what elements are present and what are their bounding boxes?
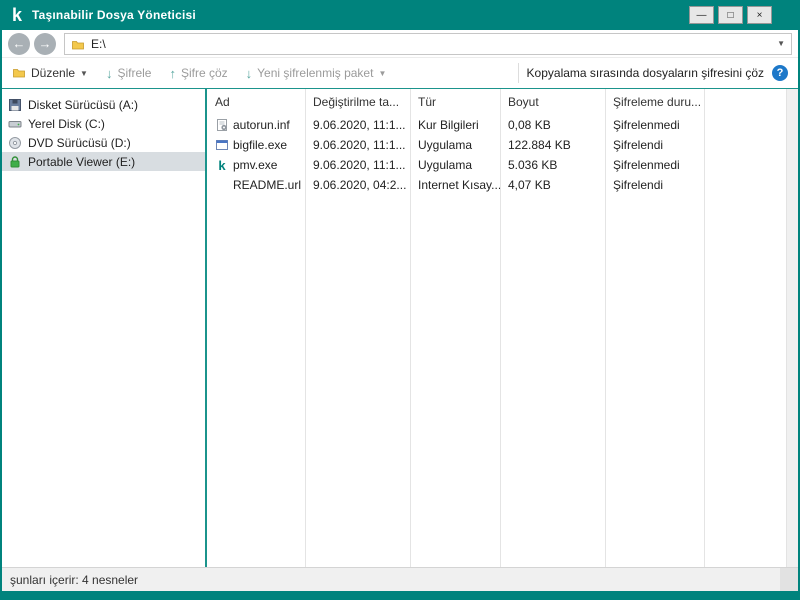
encrypt-label: Şifrele bbox=[117, 66, 152, 80]
sidebar-item-label: DVD Sürücüsü (D:) bbox=[28, 135, 131, 150]
column-header-size[interactable]: Boyut bbox=[500, 95, 605, 109]
decrypt-label: Şifre çöz bbox=[180, 66, 228, 80]
new-encrypted-package-button[interactable]: ↓ Yeni şifrelenmiş paket ▼ bbox=[246, 66, 387, 80]
file-size: 5.036 KB bbox=[508, 158, 558, 172]
file-row-readme[interactable]: README.url 9.06.2020, 04:2... Internet K… bbox=[207, 175, 786, 195]
floppy-drive-icon bbox=[8, 98, 22, 112]
decrypt-on-copy-label: Kopyalama sırasında dosyaların şifresini… bbox=[526, 66, 764, 80]
sidebar-item-dvd-d[interactable]: DVD Sürücüsü (D:) bbox=[2, 133, 205, 152]
sidebar-item-local-c[interactable]: Yerel Disk (C:) bbox=[2, 114, 205, 133]
inf-file-icon bbox=[215, 118, 229, 132]
hard-disk-icon bbox=[8, 117, 22, 131]
file-encryption-status: Şifrelendi bbox=[613, 178, 664, 192]
resize-grip[interactable] bbox=[780, 568, 798, 591]
file-modified: 9.06.2020, 11:1... bbox=[313, 118, 406, 132]
file-type: Uygulama bbox=[418, 158, 473, 172]
maximize-button[interactable]: □ bbox=[718, 6, 743, 24]
app-window: k Taşınabilir Dosya Yöneticisi — □ × ← →… bbox=[0, 0, 800, 600]
file-name: pmv.exe bbox=[233, 158, 278, 172]
minimize-button[interactable]: — bbox=[689, 6, 714, 24]
edit-menu-label: Düzenle bbox=[31, 66, 76, 80]
drive-tree: Disket Sürücüsü (A:) Yerel Disk (C:) DVD… bbox=[2, 89, 205, 567]
forward-button[interactable]: → bbox=[34, 32, 56, 55]
file-name-cell: bigfile.exe bbox=[207, 138, 305, 152]
file-row-bigfile[interactable]: bigfile.exe 9.06.2020, 11:1... Uygulama … bbox=[207, 135, 786, 155]
sidebar-item-label: Disket Sürücüsü (A:) bbox=[28, 97, 139, 112]
titlebar: k Taşınabilir Dosya Yöneticisi — □ × bbox=[2, 0, 798, 30]
edit-menu-button[interactable]: Düzenle ▼ bbox=[12, 66, 88, 80]
chevron-down-icon: ▼ bbox=[80, 68, 88, 78]
status-bar: şunları içerir: 4 nesneler bbox=[2, 567, 798, 591]
address-dropdown-icon[interactable]: ▼ bbox=[777, 39, 785, 48]
file-type: Internet Kısay... bbox=[418, 178, 500, 192]
file-modified: 9.06.2020, 11:1... bbox=[313, 138, 406, 152]
file-modified: 9.06.2020, 11:1... bbox=[313, 158, 406, 172]
file-type: Kur Bilgileri bbox=[418, 118, 479, 132]
column-header-modified[interactable]: Değiştirilme ta... bbox=[305, 95, 410, 109]
status-text: şunları içerir: 4 nesneler bbox=[10, 572, 139, 587]
toolbar-separator bbox=[517, 63, 519, 83]
navigation-bar: ← → E:\ ▼ bbox=[2, 30, 798, 58]
decrypt-button[interactable]: ↑ Şifre çöz bbox=[169, 66, 227, 80]
kaspersky-logo-icon: k bbox=[12, 5, 23, 25]
main-area: Disket Sürücüsü (A:) Yerel Disk (C:) DVD… bbox=[2, 89, 798, 567]
address-bar[interactable]: E:\ ▼ bbox=[64, 32, 792, 55]
file-encryption-status: Şifrelenmedi bbox=[613, 158, 680, 172]
kaspersky-app-icon: k bbox=[218, 158, 226, 172]
address-path: E:\ bbox=[91, 36, 106, 51]
sidebar-item-portable-e[interactable]: Portable Viewer (E:) bbox=[2, 152, 205, 171]
drive-folder-icon bbox=[71, 37, 85, 51]
sidebar-item-floppy-a[interactable]: Disket Sürücüsü (A:) bbox=[2, 95, 205, 114]
file-size: 4,07 KB bbox=[508, 178, 551, 192]
help-icon[interactable]: ? bbox=[772, 65, 788, 81]
exe-file-icon bbox=[215, 138, 229, 152]
file-size: 122.884 KB bbox=[508, 138, 571, 152]
file-encryption-status: Şifrelendi bbox=[613, 138, 664, 152]
file-name-cell: k pmv.exe bbox=[207, 158, 305, 172]
file-list: Ad Değiştirilme ta... Tür Boyut Şifrelem… bbox=[207, 89, 786, 567]
file-size: 0,08 KB bbox=[508, 118, 551, 132]
file-row-pmv[interactable]: k pmv.exe 9.06.2020, 11:1... Uygulama 5.… bbox=[207, 155, 786, 175]
column-header-type[interactable]: Tür bbox=[410, 95, 500, 109]
file-list-header: Ad Değiştirilme ta... Tür Boyut Şifrelem… bbox=[207, 89, 786, 115]
url-file-icon bbox=[215, 178, 229, 192]
file-modified: 9.06.2020, 04:2... bbox=[313, 178, 407, 192]
sidebar-item-label: Portable Viewer (E:) bbox=[28, 154, 136, 169]
package-arrow-icon: ↓ bbox=[245, 65, 253, 81]
toolbar: Düzenle ▼ ↓ Şifrele ↑ Şifre çöz ↓ Yeni ş… bbox=[2, 58, 798, 89]
new-encrypted-package-label: Yeni şifrelenmiş paket bbox=[257, 66, 374, 80]
window-controls: — □ × bbox=[689, 6, 772, 24]
column-header-name[interactable]: Ad bbox=[207, 95, 305, 109]
vertical-scrollbar[interactable] bbox=[786, 89, 798, 567]
file-type: Uygulama bbox=[418, 138, 473, 152]
close-button[interactable]: × bbox=[747, 6, 772, 24]
window-title: Taşınabilir Dosya Yöneticisi bbox=[32, 8, 196, 22]
encrypt-arrow-icon: ↓ bbox=[105, 65, 113, 81]
toolbar-right-group: Kopyalama sırasında dosyaların şifresini… bbox=[517, 63, 788, 83]
file-name: autorun.inf bbox=[233, 118, 290, 132]
file-encryption-status: Şifrelenmedi bbox=[613, 118, 680, 132]
file-name: README.url bbox=[233, 178, 302, 192]
chevron-down-icon: ▼ bbox=[378, 68, 387, 78]
lock-icon bbox=[8, 155, 22, 169]
file-row-autorun[interactable]: autorun.inf 9.06.2020, 11:1... Kur Bilgi… bbox=[207, 115, 786, 135]
file-name: bigfile.exe bbox=[233, 138, 288, 152]
file-name-cell: README.url bbox=[207, 178, 305, 192]
sidebar-item-label: Yerel Disk (C:) bbox=[28, 116, 105, 131]
back-button[interactable]: ← bbox=[8, 32, 30, 55]
folder-icon bbox=[12, 66, 26, 80]
file-name-cell: autorun.inf bbox=[207, 118, 305, 132]
dvd-drive-icon bbox=[8, 136, 22, 150]
column-header-encryption[interactable]: Şifreleme duru... bbox=[605, 95, 704, 109]
encrypt-button[interactable]: ↓ Şifrele bbox=[106, 66, 152, 80]
decrypt-arrow-icon: ↑ bbox=[169, 65, 176, 81]
